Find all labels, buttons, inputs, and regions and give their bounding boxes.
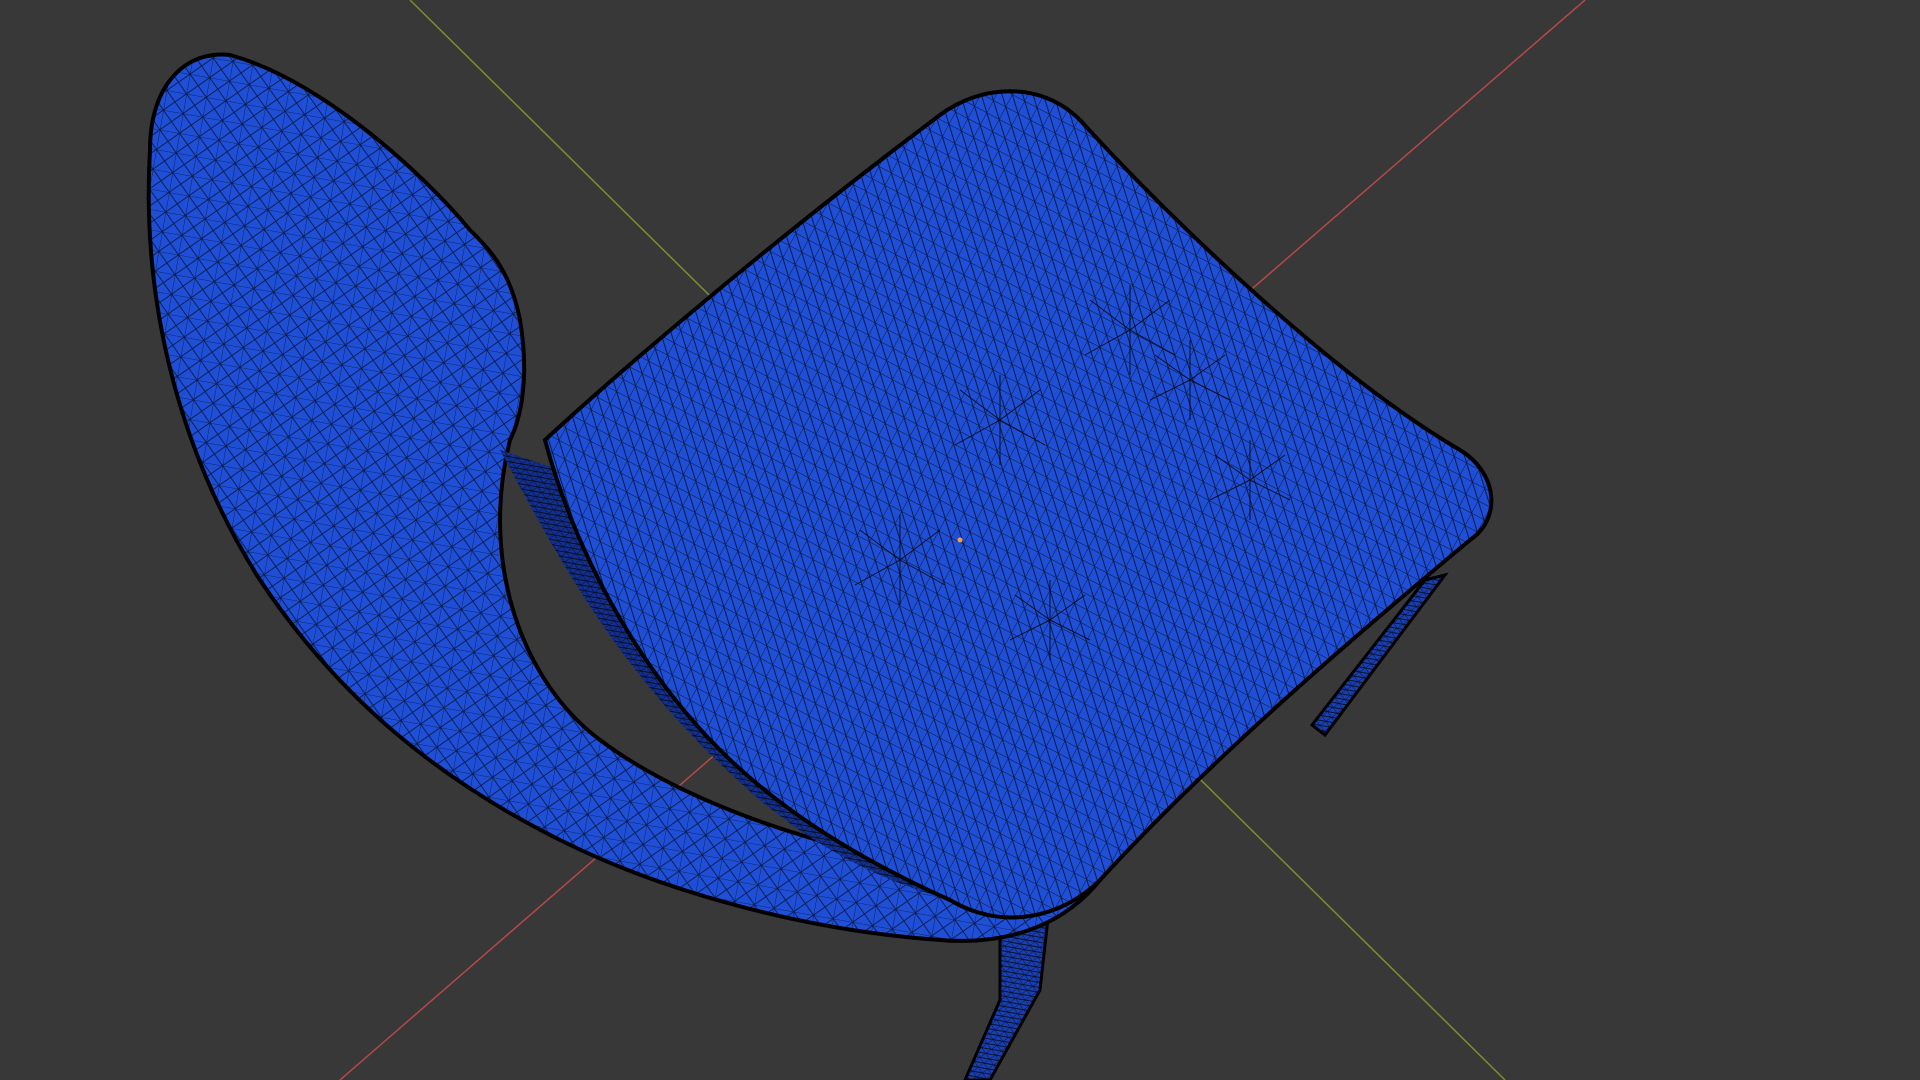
3d-viewport[interactable] bbox=[0, 0, 1920, 1080]
origin-marker[interactable] bbox=[957, 537, 963, 543]
viewport-canvas[interactable] bbox=[0, 0, 1920, 1080]
